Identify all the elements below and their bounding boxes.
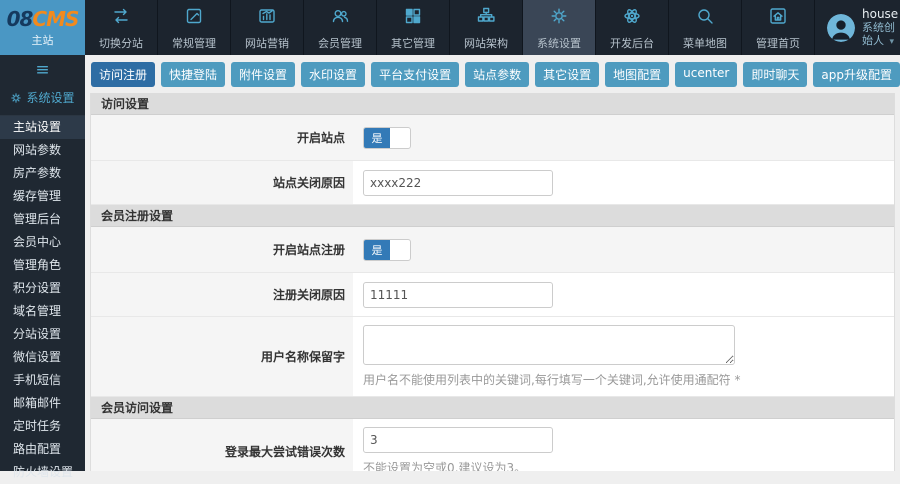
- sitemap-icon: [475, 5, 497, 31]
- menu-toggle-icon[interactable]: ≡: [0, 55, 85, 82]
- main-content: 访问注册 快捷登陆 附件设置 水印设置 平台支付设置 站点参数 其它设置 地图配…: [85, 55, 900, 471]
- nav-item-dev-backend[interactable]: 开发后台: [596, 0, 669, 55]
- reserved-usernames-help: 用户名不能使用列表中的关键词,每行填写一个关键词,允许使用通配符 *: [363, 373, 741, 387]
- tab-access-register[interactable]: 访问注册: [91, 62, 156, 87]
- tab-instant-chat[interactable]: 即时聊天: [743, 62, 808, 87]
- home-icon: [767, 5, 789, 31]
- sidebar-item-admin-roles[interactable]: 管理角色: [0, 254, 85, 277]
- field-label: 开启站点注册: [91, 227, 353, 272]
- nav-item-other-management[interactable]: 其它管理: [377, 0, 450, 55]
- user-info: house 系统创始人 ▾: [862, 7, 900, 49]
- form-row-register-close-reason: 注册关闭原因: [91, 273, 894, 317]
- field-label: 注册关闭原因: [91, 273, 353, 316]
- nav-item-admin-home[interactable]: 管理首页: [742, 0, 815, 55]
- users-icon: [329, 5, 351, 31]
- field-label: 站点关闭原因: [91, 161, 353, 204]
- sidebar-item-domain-management[interactable]: 域名管理: [0, 300, 85, 323]
- form-row-register-enabled: 开启站点注册 是: [91, 227, 894, 273]
- user-name: house: [862, 6, 899, 21]
- tab-attachment-settings[interactable]: 附件设置: [231, 62, 296, 87]
- settings-form: 访问设置 开启站点 是 站点关闭原因 会员注册设置 开启站点注册 是: [90, 93, 895, 471]
- edit-doc-icon: [183, 5, 205, 31]
- form-row-max-login-attempts: 登录最大尝试错误次数 不能设置为空或0,建议设为3。: [91, 419, 894, 471]
- tab-map-config[interactable]: 地图配置: [605, 62, 670, 87]
- toggle-on-label: 是: [364, 239, 390, 260]
- field-label: 用户名称保留字: [91, 317, 353, 396]
- site-enabled-toggle[interactable]: 是: [363, 126, 411, 149]
- tab-platform-payment[interactable]: 平台支付设置: [371, 62, 460, 87]
- sidebar-item-email[interactable]: 邮箱邮件: [0, 392, 85, 415]
- atom-icon: [621, 5, 643, 31]
- chart-icon: [256, 5, 278, 31]
- search-icon: [694, 5, 716, 31]
- field-label: 开启站点: [91, 115, 353, 160]
- site-label: 主站: [31, 34, 54, 47]
- avatar: [827, 13, 855, 42]
- sidebar-item-main-site-settings[interactable]: 主站设置: [0, 116, 85, 139]
- nav-item-menu-map[interactable]: 菜单地图: [669, 0, 742, 55]
- max-login-attempts-input[interactable]: [363, 427, 553, 453]
- nav-item-system-settings[interactable]: 系统设置: [523, 0, 596, 55]
- nav-item-member-management[interactable]: 会员管理: [304, 0, 377, 55]
- sidebar-item-route-config[interactable]: 路由配置: [0, 438, 85, 461]
- sidebar-item-scheduled-tasks[interactable]: 定时任务: [0, 415, 85, 438]
- gear-icon: [11, 92, 22, 103]
- tab-ucenter[interactable]: ucenter: [675, 62, 738, 87]
- toggle-on-label: 是: [364, 127, 390, 148]
- user-menu[interactable]: house 系统创始人 ▾: [815, 0, 900, 55]
- section-header-access: 访问设置: [91, 93, 894, 115]
- sidebar-item-admin-backend[interactable]: 管理后台: [0, 208, 85, 231]
- nav-item-site-marketing[interactable]: 网站营销: [231, 0, 304, 55]
- reserved-usernames-textarea[interactable]: [363, 325, 735, 365]
- tab-watermark-settings[interactable]: 水印设置: [301, 62, 366, 87]
- form-row-reserved-usernames: 用户名称保留字 用户名不能使用列表中的关键词,每行填写一个关键词,允许使用通配符…: [91, 317, 894, 397]
- form-row-site-enabled: 开启站点 是: [91, 115, 894, 161]
- field-label: 登录最大尝试错误次数: [91, 419, 353, 471]
- nav-item-switch-substation[interactable]: 切换分站: [85, 0, 158, 55]
- register-close-reason-input[interactable]: [363, 281, 553, 308]
- user-role: 系统创始人 ▾: [862, 20, 895, 47]
- nav-item-general-management[interactable]: 常规管理: [158, 0, 231, 55]
- tab-site-params[interactable]: 站点参数: [465, 62, 530, 87]
- sidebar-item-firewall-settings[interactable]: 防火墙设置: [0, 461, 85, 484]
- sidebar-item-wechat-settings[interactable]: 微信设置: [0, 346, 85, 369]
- topbar: 08CMS 主站 切换分站 常规管理 网站营销 会员管理 其它管理 网站架构 系…: [0, 0, 900, 55]
- sidebar-item-site-params[interactable]: 网站参数: [0, 139, 85, 162]
- settings-tabbar: 访问注册 快捷登陆 附件设置 水印设置 平台支付设置 站点参数 其它设置 地图配…: [85, 55, 900, 93]
- nav-item-site-structure[interactable]: 网站架构: [450, 0, 523, 55]
- logo-text: 08CMS: [6, 7, 80, 31]
- chevron-down-icon: ▾: [889, 36, 895, 47]
- app-logo[interactable]: 08CMS 主站: [0, 0, 85, 55]
- swap-icon: [110, 5, 132, 31]
- tab-app-upgrade[interactable]: app升级配置: [813, 62, 900, 87]
- tab-quick-login[interactable]: 快捷登陆: [161, 62, 226, 87]
- sidebar-item-substation-settings[interactable]: 分站设置: [0, 323, 85, 346]
- sidebar-item-points-settings[interactable]: 积分设置: [0, 277, 85, 300]
- sidebar: ≡ 系统设置 主站设置 网站参数 房产参数 缓存管理 管理后台 会员中心 管理角…: [0, 55, 85, 479]
- sidebar-section-header[interactable]: 系统设置: [0, 82, 85, 116]
- gear-icon: [548, 5, 570, 31]
- section-header-member-access: 会员访问设置: [91, 397, 894, 419]
- form-row-site-close-reason: 站点关闭原因: [91, 161, 894, 205]
- sidebar-item-cache-management[interactable]: 缓存管理: [0, 185, 85, 208]
- grid-icon: [402, 5, 424, 31]
- tab-other-settings[interactable]: 其它设置: [535, 62, 600, 87]
- sidebar-item-member-center[interactable]: 会员中心: [0, 231, 85, 254]
- section-header-member-register: 会员注册设置: [91, 205, 894, 227]
- site-close-reason-input[interactable]: [363, 169, 553, 196]
- sidebar-item-property-params[interactable]: 房产参数: [0, 162, 85, 185]
- sidebar-item-sms[interactable]: 手机短信: [0, 369, 85, 392]
- max-login-attempts-help: 不能设置为空或0,建议设为3。: [363, 461, 527, 471]
- register-enabled-toggle[interactable]: 是: [363, 238, 411, 261]
